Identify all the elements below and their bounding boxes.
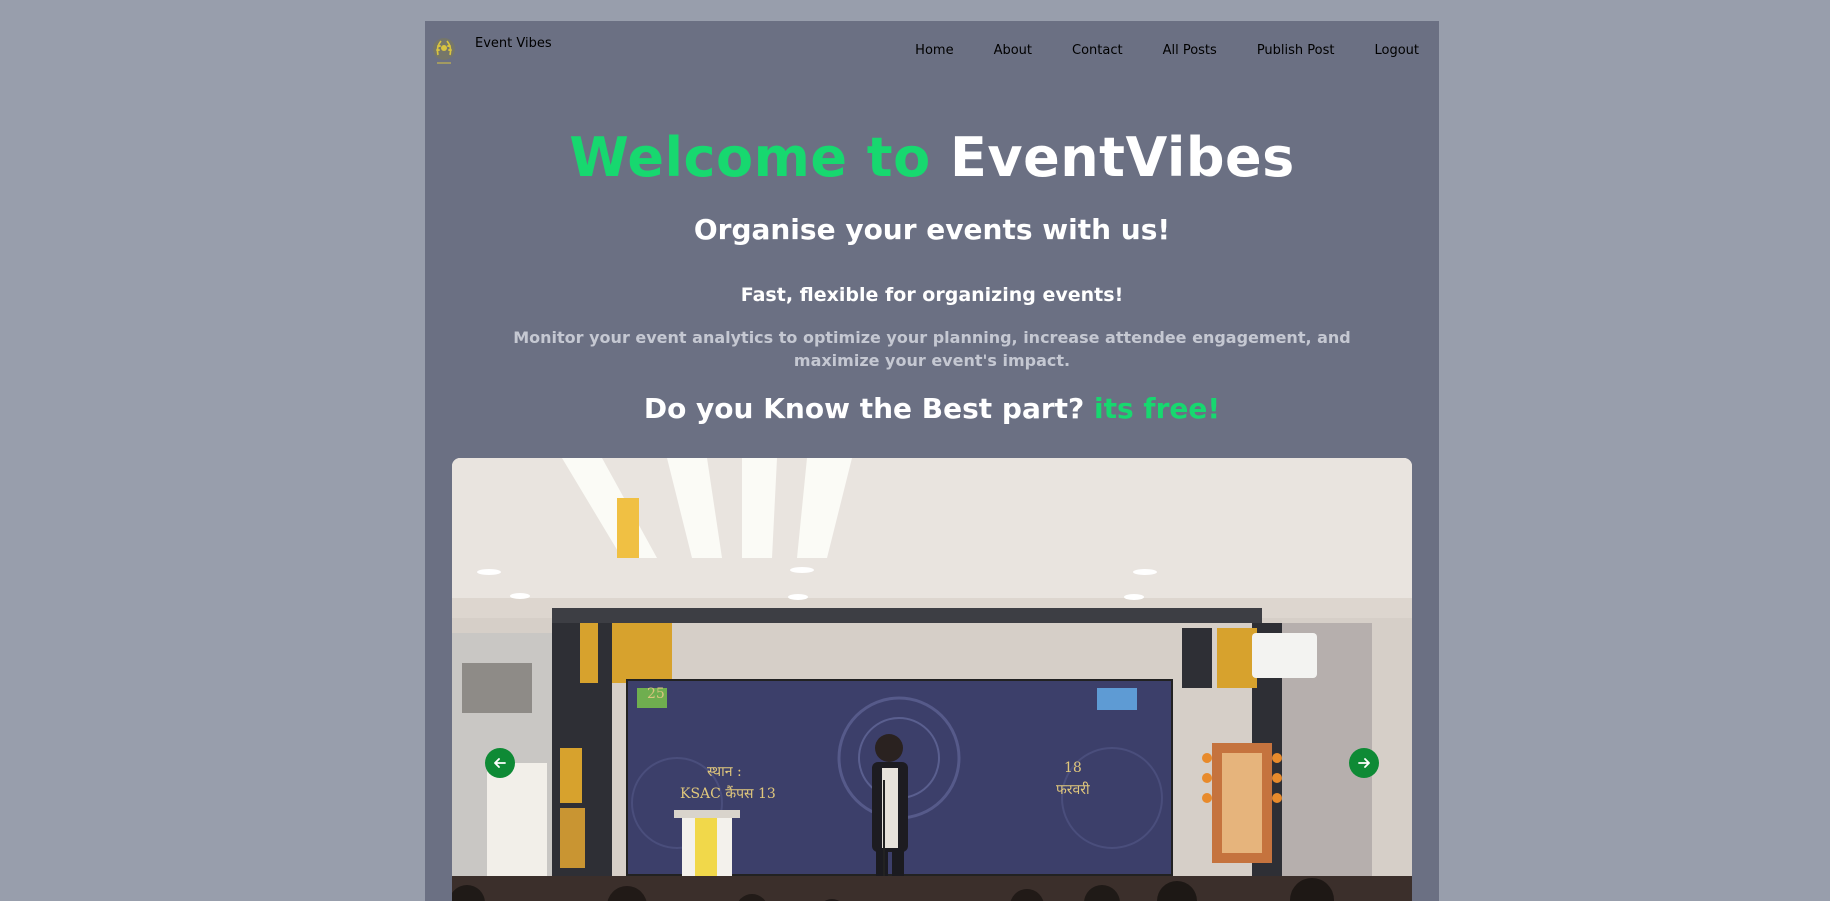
banner-left-line2: KSAC कैंपस 13 <box>680 785 776 802</box>
nav-logout[interactable]: Logout <box>1374 43 1419 58</box>
hero-headline: Welcome to EventVibes <box>425 131 1439 185</box>
nav-contact[interactable]: Contact <box>1072 43 1123 58</box>
carousel-prev-button[interactable] <box>485 748 515 778</box>
hero-description: Monitor your event analytics to optimize… <box>513 328 1351 370</box>
banner-top-left-number: 25 <box>647 686 665 702</box>
nav-all-posts[interactable]: All Posts <box>1163 43 1217 58</box>
headline-welcome: Welcome to <box>569 126 951 189</box>
headline-brand: EventVibes <box>950 126 1295 189</box>
nav-publish-post[interactable]: Publish Post <box>1257 43 1335 58</box>
event-photo: 25 स्थान : KSAC कैंपस 13 18 फरवरी <box>452 458 1412 901</box>
banner-right-line1: 18 <box>1064 760 1082 776</box>
nav-about[interactable]: About <box>994 43 1032 58</box>
arrow-left-icon <box>494 758 506 768</box>
brand-name[interactable]: Event Vibes <box>475 36 552 51</box>
laurel-logo-icon[interactable] <box>431 35 457 67</box>
hero-tagline: Fast, flexible for organizing events! <box>740 284 1124 306</box>
arrow-right-icon <box>1358 758 1370 768</box>
carousel-next-button[interactable] <box>1349 748 1379 778</box>
event-carousel[interactable]: 25 स्थान : KSAC कैंपस 13 18 फरवरी <box>452 458 1412 901</box>
best-part-highlight: its free! <box>1094 392 1221 425</box>
nav-home[interactable]: Home <box>915 43 953 58</box>
page-container: Event Vibes Home About Contact All Posts… <box>425 21 1439 901</box>
hero-section: Welcome to EventVibes Organise your even… <box>425 81 1439 426</box>
best-part-prefix: Do you Know the Best part? <box>643 392 1095 425</box>
hero-subheadline: Organise your events with us! <box>693 213 1171 246</box>
banner-left-line1: स्थान : <box>707 764 742 780</box>
banner-right-line2: फरवरी <box>1056 781 1090 798</box>
navbar: Event Vibes Home About Contact All Posts… <box>425 21 1439 81</box>
best-part-heading: Do you Know the Best part? its free! <box>425 392 1439 425</box>
nav-links: Home About Contact All Posts Publish Pos… <box>875 43 1419 58</box>
